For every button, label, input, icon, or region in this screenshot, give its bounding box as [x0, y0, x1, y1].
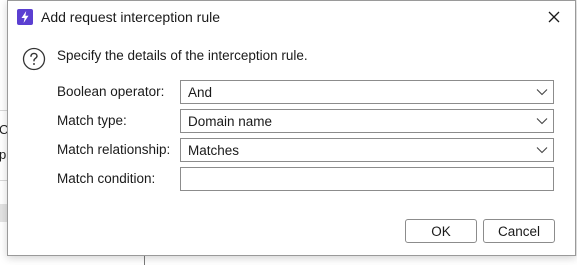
match-relationship-label: Match relationship:: [57, 142, 171, 157]
match-condition-label: Match condition:: [57, 171, 156, 186]
dialog-title: Add request interception rule: [41, 9, 220, 25]
title-bar[interactable]: Add request interception rule: [8, 1, 575, 33]
question-circle-icon: [22, 47, 46, 71]
match-condition-input[interactable]: [180, 167, 554, 191]
chevron-down-icon: [536, 147, 548, 154]
dialog-intro: Specify the details of the interception …: [57, 48, 308, 63]
ok-button[interactable]: OK: [405, 219, 477, 243]
boolean-operator-value: And: [188, 85, 213, 100]
chevron-down-icon: [536, 89, 548, 96]
match-type-label: Match type:: [57, 113, 127, 128]
match-type-value: Domain name: [188, 114, 273, 129]
boolean-operator-select[interactable]: And: [180, 80, 554, 104]
lightning-bolt-icon: [17, 9, 33, 25]
boolean-operator-label: Boolean operator:: [57, 84, 165, 99]
chevron-down-icon: [536, 118, 548, 125]
cancel-button[interactable]: Cancel: [483, 219, 555, 243]
match-relationship-value: Matches: [188, 143, 240, 158]
match-relationship-select[interactable]: Matches: [180, 138, 554, 162]
match-type-select[interactable]: Domain name: [180, 109, 554, 133]
close-icon: [548, 11, 560, 23]
background-column-divider: [144, 256, 145, 265]
close-button[interactable]: [541, 5, 567, 29]
background-bottom: [0, 256, 577, 265]
background-text-fragment: p: [0, 147, 7, 162]
interception-rule-dialog: Add request interception rule Specify th…: [7, 0, 576, 256]
